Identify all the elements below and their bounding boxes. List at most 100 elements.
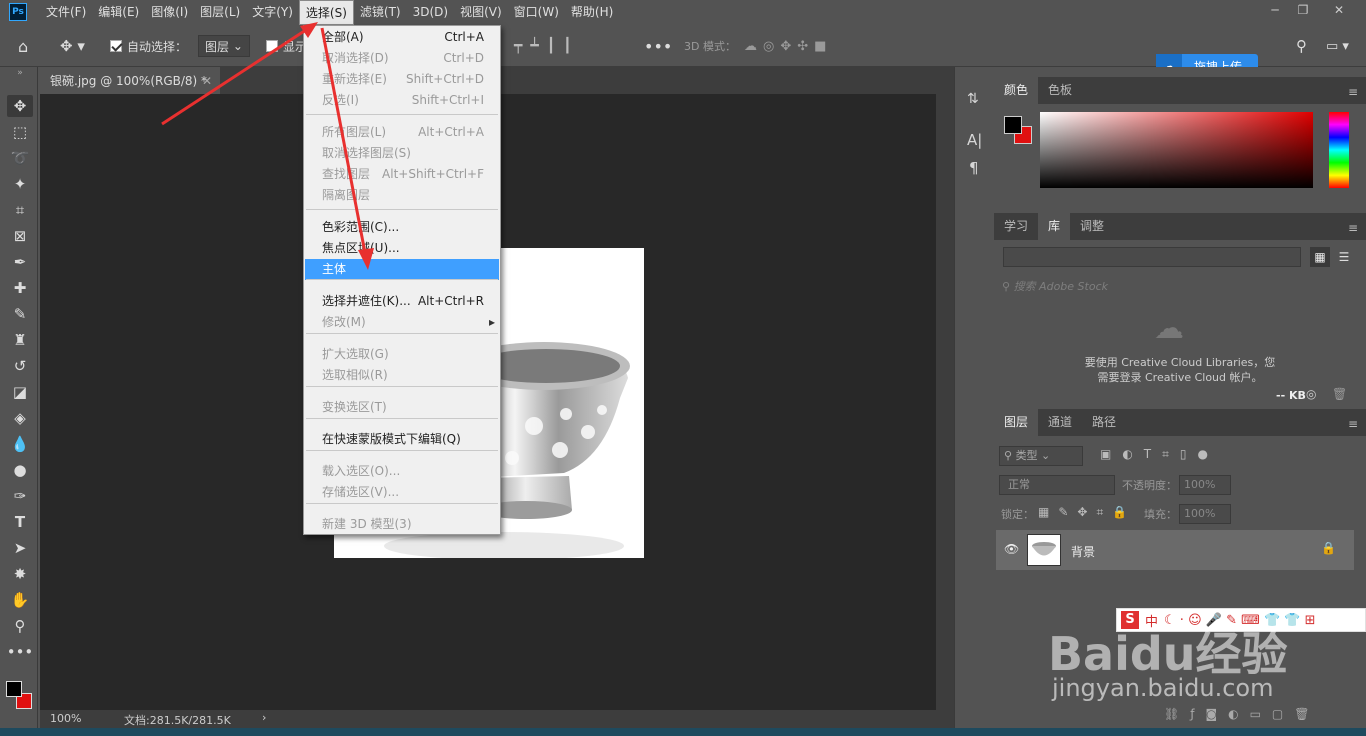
select-menu-item-18[interactable]: 存储选区(V)... (305, 482, 499, 503)
select-menu-item-17[interactable]: 载入选区(O)... (305, 461, 499, 482)
status-expand-icon[interactable]: › (262, 711, 266, 724)
ime-language[interactable]: 中 (1145, 611, 1158, 630)
history-panel-icon[interactable]: ⇅ (967, 91, 979, 107)
canvas-scrollbar[interactable] (936, 94, 954, 710)
align-icons[interactable]: ┯┷┃┃ (514, 25, 580, 67)
blur-tool-icon[interactable]: 💧 (7, 433, 33, 455)
ime-toolbar[interactable]: S 中 ☾ · ☺ 🎤 ✎ ⌨ 👕 👕 ⊞ (1116, 608, 1366, 632)
layer-filter-icons[interactable]: ▣◐T⌗▯● (1100, 447, 1219, 462)
move-tool-icon[interactable]: ✥ (7, 95, 33, 117)
workspace-icon[interactable]: ▭ ▾ (1326, 25, 1349, 67)
character-panel-icon[interactable]: A| (967, 131, 982, 149)
lasso-tool-icon[interactable]: ➰ (7, 147, 33, 169)
frame-tool-icon[interactable]: ⊠ (7, 225, 33, 247)
menu-item-9[interactable]: 窗口(W) (508, 0, 565, 25)
layer-bottom-icons[interactable]: ⛓ƒ◙◐▭▢🗑 (1164, 707, 1320, 721)
brush-tool-icon[interactable]: ✎ (7, 303, 33, 325)
menu-item-4[interactable]: 文字(Y) (246, 0, 299, 25)
tab-layers[interactable]: 图层 (994, 409, 1039, 436)
healing-brush-tool-icon[interactable]: ✚ (7, 277, 33, 299)
select-menu-item-19[interactable]: 新建 3D 模型(3) (305, 514, 499, 535)
select-menu-item-6[interactable]: 查找图层 Alt+Shift+Ctrl+F (305, 164, 499, 185)
panel-menu-icon[interactable]: ≡ (1348, 85, 1358, 99)
menu-item-5[interactable]: 选择(S) (298, 0, 354, 25)
zoom-level[interactable]: 100% (50, 712, 81, 725)
library-select[interactable] (1003, 247, 1301, 267)
pen-tool-icon[interactable]: ✑ (7, 485, 33, 507)
cc-sync-icon[interactable]: ◎ (1306, 387, 1316, 401)
path-selection-tool-icon[interactable]: ➤ (7, 537, 33, 559)
menu-item-8[interactable]: 视图(V) (454, 0, 508, 25)
tab-swatches[interactable]: 色板 (1038, 77, 1082, 104)
more-options-icon[interactable]: ••• (644, 25, 672, 67)
menu-item-7[interactable]: 3D(D) (407, 0, 454, 25)
select-menu-item-7[interactable]: 隔离图层 (305, 185, 499, 206)
history-brush-tool-icon[interactable]: ↺ (7, 355, 33, 377)
select-menu-item-0[interactable]: 全部(A) Ctrl+A (305, 27, 499, 48)
minimize-button[interactable]: ─ (1264, 2, 1286, 18)
zoom-tool-icon[interactable]: ⚲ (7, 615, 33, 637)
fill-field[interactable]: 100% (1179, 504, 1231, 524)
select-menu-item-10[interactable]: 主体 (305, 259, 499, 280)
select-menu-item-13[interactable]: 扩大选取(G) (305, 344, 499, 365)
menu-item-0[interactable]: 文件(F) (40, 0, 92, 25)
close-window-button[interactable]: ✕ (1328, 2, 1350, 18)
shape-tool-icon[interactable]: ✸ (7, 563, 33, 585)
select-menu-item-8[interactable]: 色彩范围(C)... (305, 217, 499, 238)
ime-icons[interactable]: ☾ · ☺ 🎤 ✎ ⌨ 👕 👕 ⊞ (1164, 613, 1316, 628)
color-picker-field[interactable] (1040, 112, 1313, 188)
auto-select-checkbox[interactable]: 自动选择： (110, 25, 187, 67)
show-transform-checkbox[interactable]: 显示 (266, 25, 307, 67)
tab-adjustments[interactable]: 调整 (1070, 213, 1114, 240)
tab-color[interactable]: 颜色 (994, 77, 1039, 104)
list-view-icon[interactable]: ☰ (1334, 247, 1354, 267)
3d-mode-icons[interactable]: ☁◎✥✣■ (744, 25, 832, 67)
marquee-tool-icon[interactable]: ⬚ (7, 121, 33, 143)
select-menu-item-5[interactable]: 取消选择图层(S) (305, 143, 499, 164)
visibility-eye-icon[interactable]: 👁 (1004, 542, 1019, 556)
layer-row-background[interactable]: 👁 背景 🔒 (996, 530, 1354, 570)
type-tool-icon[interactable]: T (7, 511, 33, 533)
opacity-field[interactable]: 100% (1179, 475, 1231, 495)
sogou-icon[interactable]: S (1121, 611, 1139, 629)
home-icon[interactable]: ⌂ (18, 25, 28, 67)
eraser-tool-icon[interactable]: ◪ (7, 381, 33, 403)
auto-select-dropdown[interactable]: 图层 ⌄ (198, 35, 250, 57)
dodge-tool-icon[interactable]: ● (7, 459, 33, 481)
magic-wand-tool-icon[interactable]: ✦ (7, 173, 33, 195)
select-menu-item-14[interactable]: 选取相似(R) (305, 365, 499, 386)
document-tab[interactable]: 银碗.jpg @ 100%(RGB/8) * ✕ (40, 67, 220, 94)
panel-menu-icon[interactable]: ≡ (1348, 417, 1358, 431)
paint-bucket-tool-icon[interactable]: ◈ (7, 407, 33, 429)
search-icon[interactable]: ⚲ (1296, 25, 1307, 67)
eyedropper-tool-icon[interactable]: ✒ (7, 251, 33, 273)
tab-channels[interactable]: 通道 (1038, 409, 1082, 436)
select-menu-item-1[interactable]: 取消选择(D) Ctrl+D (305, 48, 499, 69)
menu-item-2[interactable]: 图像(I) (145, 0, 194, 25)
menu-item-3[interactable]: 图层(L) (194, 0, 246, 25)
tab-paths[interactable]: 路径 (1082, 409, 1126, 436)
grid-view-icon[interactable]: ▦ (1310, 247, 1330, 267)
restore-button[interactable]: ❐ (1292, 2, 1314, 18)
hand-tool-icon[interactable]: ✋ (7, 589, 33, 611)
layer-filter-dropdown[interactable]: ⚲ 类型 ⌄ (999, 446, 1083, 466)
menu-item-10[interactable]: 帮助(H) (565, 0, 619, 25)
close-tab-icon[interactable]: ✕ (202, 74, 212, 88)
crop-tool-icon[interactable]: ⌗ (7, 199, 33, 221)
select-menu-item-3[interactable]: 反选(I) Shift+Ctrl+I (305, 90, 499, 111)
select-menu-item-16[interactable]: 在快速蒙版模式下编辑(Q) (305, 429, 499, 450)
collapse-icon[interactable]: » (7, 67, 33, 79)
select-menu-item-2[interactable]: 重新选择(E) Shift+Ctrl+D (305, 69, 499, 90)
select-menu-item-9[interactable]: 焦点区域(U)... (305, 238, 499, 259)
select-menu-item-4[interactable]: 所有图层(L) Alt+Ctrl+A (305, 122, 499, 143)
more-tools-icon[interactable]: ••• (7, 641, 34, 663)
select-menu-item-12[interactable]: 修改(M) ▸ (305, 312, 499, 333)
tab-libraries[interactable]: 库 (1038, 213, 1071, 240)
hue-slider[interactable] (1329, 112, 1349, 188)
move-tool-preset-icon[interactable]: ✥ ▾ (60, 25, 85, 67)
foreground-color-swatch[interactable] (6, 681, 22, 697)
panel-menu-icon[interactable]: ≡ (1348, 221, 1358, 235)
fg-color-swatch[interactable] (1004, 116, 1022, 134)
tab-learn[interactable]: 学习 (994, 213, 1038, 240)
stamp-tool-icon[interactable]: ♜ (7, 329, 33, 351)
